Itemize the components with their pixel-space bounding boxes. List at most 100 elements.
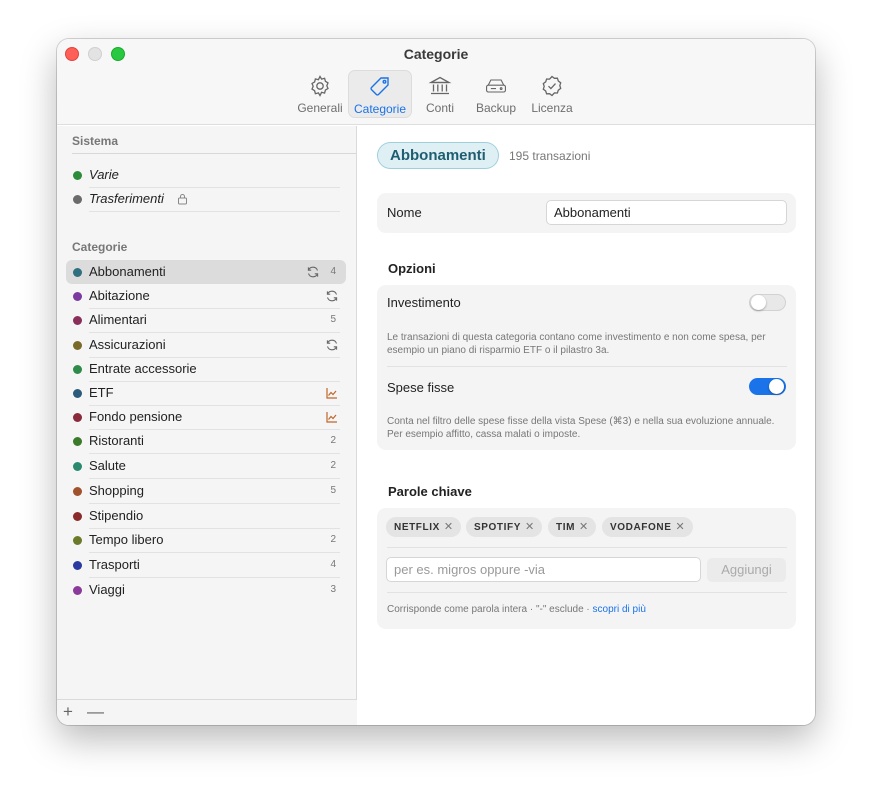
sidebar-item-etf[interactable]: ETF: [66, 381, 346, 406]
color-dot: [73, 487, 82, 496]
sidebar-item-label: Trasporti: [89, 557, 140, 572]
remove-category-button[interactable]: —: [87, 703, 104, 721]
tab-generali-label: Generali: [297, 101, 343, 115]
sidebar-item-label: Fondo pensione: [89, 409, 183, 424]
remove-keyword-icon[interactable]: ✕: [525, 521, 534, 533]
sidebar-item-trasporti[interactable]: Trasporti 4: [66, 553, 346, 578]
toggle-knob: [769, 379, 784, 394]
count-badge: 5: [330, 314, 336, 325]
sidebar-item-tempo-libero[interactable]: Tempo libero 2: [66, 528, 346, 553]
investment-toggle[interactable]: [749, 294, 786, 311]
tag-icon: [349, 75, 411, 101]
sidebar-item-salute[interactable]: Salute 2: [66, 454, 346, 479]
keyword-chip-vodafone[interactable]: VODAFONE ✕: [602, 517, 693, 537]
investment-chart-icon: [326, 388, 337, 399]
sidebar-item-label: Shopping: [89, 483, 144, 498]
tab-licenza-label: Licenza: [531, 101, 573, 115]
preferences-window: Categorie Generali Categorie Conti Backu…: [57, 39, 815, 725]
sidebar-item-assicurazioni[interactable]: Assicurazioni: [66, 333, 346, 358]
tab-categorie-label: Categorie: [353, 102, 407, 116]
options-card: Investimento Le transazioni di questa ca…: [377, 285, 796, 450]
section-header-sistema: Sistema: [72, 134, 119, 148]
sidebar-item-label: Viaggi: [89, 582, 125, 597]
keywords-header: Parole chiave: [388, 484, 472, 499]
category-name-badge: Abbonamenti: [377, 142, 499, 169]
sidebar-item-abbonamenti[interactable]: Abbonamenti 4: [66, 260, 346, 284]
keyword-input[interactable]: [386, 557, 701, 582]
tab-licenza[interactable]: Licenza: [526, 70, 578, 118]
sidebar-item-abitazione[interactable]: Abitazione: [66, 284, 346, 309]
sidebar-item-label: Abitazione: [89, 288, 150, 303]
keywords-card: NETFLIX✕ SPOTIFY✕ TIM✕ VODAFONE✕ Aggiung…: [377, 508, 796, 629]
color-dot: [73, 195, 82, 204]
tab-categorie[interactable]: Categorie: [348, 70, 412, 118]
recurring-icon: [326, 339, 338, 351]
color-dot: [73, 413, 82, 422]
keyword-chip-netflix[interactable]: NETFLIX ✕: [386, 517, 462, 537]
tab-conti-label: Conti: [425, 101, 454, 115]
keywords-divider: [387, 547, 787, 548]
tab-backup-label: Backup: [475, 101, 517, 115]
sidebar-item-trasferimenti[interactable]: Trasferimenti: [66, 187, 346, 212]
count-badge: 2: [330, 534, 336, 545]
sidebar-item-label: Varie: [89, 167, 119, 182]
investment-label: Investimento: [387, 295, 461, 310]
color-dot: [73, 561, 82, 570]
add-category-button[interactable]: +: [63, 703, 73, 721]
sidebar-item-fondo-pensione[interactable]: Fondo pensione: [66, 405, 346, 430]
sidebar-item-ristoranti[interactable]: Ristoranti 2: [66, 429, 346, 454]
color-dot: [73, 586, 82, 595]
remove-keyword-icon[interactable]: ✕: [444, 521, 453, 533]
keyword-chip-tim[interactable]: TIM ✕: [548, 517, 597, 537]
keyword-hint-text: Corrisponde come parola intera · "-" esc…: [387, 604, 593, 615]
checkmark-seal-icon: [526, 74, 578, 100]
keyword-label: NETFLIX: [394, 522, 440, 533]
sidebar-item-label: Entrate accessorie: [89, 361, 197, 376]
gear-icon: [294, 74, 346, 100]
sidebar-item-varie[interactable]: Varie: [66, 163, 346, 188]
sidebar-item-label: Trasferimenti: [89, 191, 164, 206]
sidebar-item-shopping[interactable]: Shopping 5: [66, 479, 346, 504]
color-dot: [73, 171, 82, 180]
tab-conti[interactable]: Conti: [416, 70, 464, 118]
color-dot: [73, 512, 82, 521]
lock-icon: [178, 194, 187, 205]
sidebar: Sistema Varie Trasferimenti Categorie Ab…: [57, 126, 357, 725]
keyword-label: SPOTIFY: [474, 522, 521, 533]
sidebar-item-viaggi[interactable]: Viaggi 3: [66, 578, 346, 602]
category-detail: Abbonamenti 195 transazioni Nome Abbonam…: [358, 126, 815, 725]
keyword-hint: Corrisponde come parola intera · "-" esc…: [387, 604, 646, 615]
name-field[interactable]: Abbonamenti: [546, 200, 787, 225]
recurring-icon: [326, 290, 338, 302]
sidebar-item-stipendio[interactable]: Stipendio: [66, 504, 346, 529]
count-badge: 3: [330, 584, 336, 595]
count-badge: 5: [330, 485, 336, 496]
add-keyword-button[interactable]: Aggiungi: [707, 558, 786, 582]
color-dot: [73, 536, 82, 545]
remove-keyword-icon[interactable]: ✕: [579, 521, 588, 533]
keyword-chip-spotify[interactable]: SPOTIFY ✕: [466, 517, 543, 537]
learn-more-link[interactable]: scopri di più: [593, 604, 646, 615]
sidebar-item-label: Stipendio: [89, 508, 144, 523]
section-header-categorie: Categorie: [72, 240, 128, 254]
fixed-expenses-description: Conta nel filtro delle spese fisse della…: [387, 416, 775, 440]
sidebar-item-label: Assicurazioni: [89, 337, 166, 352]
color-dot: [73, 268, 82, 277]
remove-keyword-icon[interactable]: ✕: [675, 521, 684, 533]
color-dot: [73, 462, 82, 471]
color-dot: [73, 341, 82, 350]
section-divider: [72, 153, 356, 154]
sidebar-footer: + —: [57, 699, 357, 725]
sidebar-item-label: ETF: [89, 385, 114, 400]
sidebar-item-entrate-accessorie[interactable]: Entrate accessorie: [66, 357, 346, 382]
window-title: Categorie: [403, 46, 469, 62]
sidebar-item-alimentari[interactable]: Alimentari 5: [66, 308, 346, 333]
fixed-expenses-toggle[interactable]: [749, 378, 786, 395]
recurring-icon: [307, 266, 319, 278]
keywords-divider: [387, 592, 787, 593]
tab-backup[interactable]: Backup: [470, 70, 522, 118]
tab-generali[interactable]: Generali: [294, 70, 346, 118]
name-card: Nome Abbonamenti: [377, 193, 796, 233]
keyword-label: VODAFONE: [610, 522, 672, 533]
row-divider: [89, 211, 340, 212]
